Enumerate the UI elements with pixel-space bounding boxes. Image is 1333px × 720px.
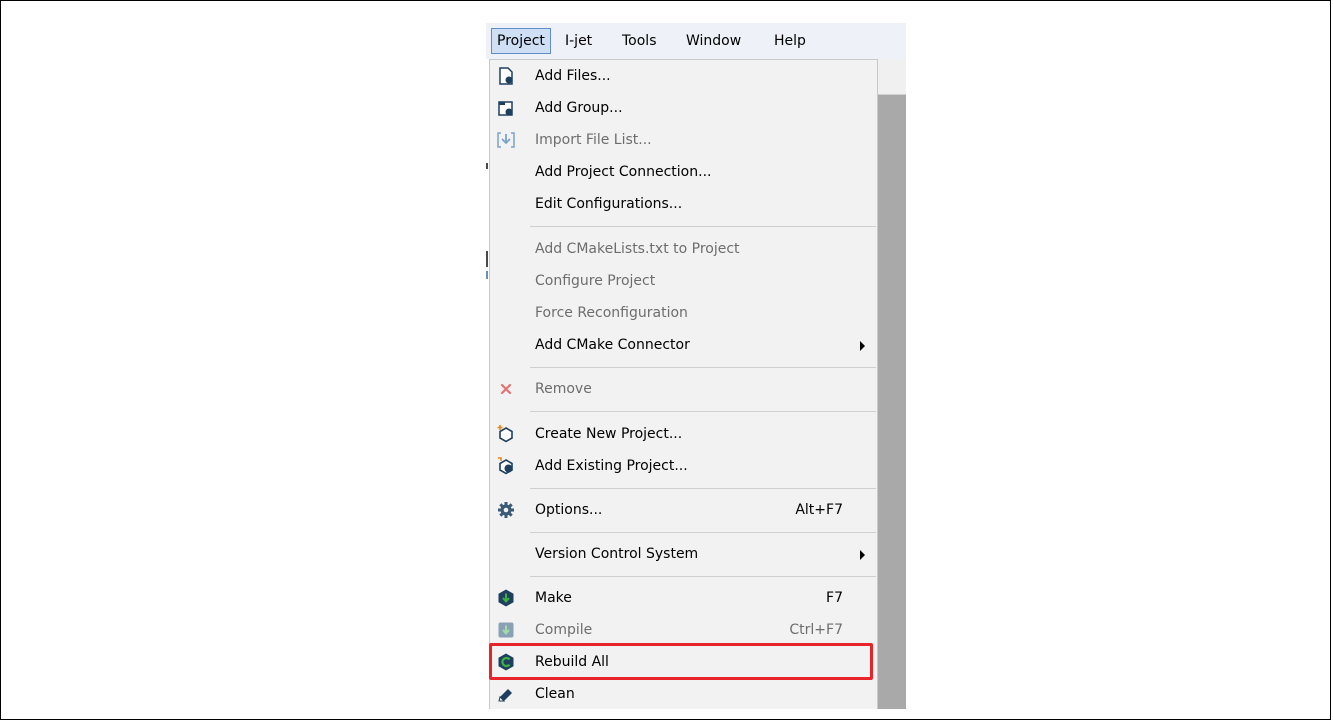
workspace-mark — [486, 271, 488, 279]
menu-help[interactable]: Help — [769, 28, 811, 54]
menu-item-make[interactable]: Make F7 — [490, 582, 877, 614]
menu-separator — [530, 226, 876, 227]
menu-item-add-group[interactable]: Add Group... — [490, 92, 877, 124]
menu-item-remove[interactable]: Remove — [490, 373, 877, 405]
menu-item-force-reconfiguration[interactable]: Force Reconfiguration — [490, 297, 877, 329]
workspace-mark — [486, 163, 488, 169]
menu-item-add-cmake-connector[interactable]: Add CMake Connector — [490, 329, 877, 361]
add-group-icon — [497, 99, 515, 117]
submenu-arrow-icon — [860, 550, 865, 560]
menu-item-configure-project[interactable]: Configure Project — [490, 265, 877, 297]
menu-separator — [530, 576, 876, 577]
import-file-list-icon — [497, 131, 515, 149]
add-file-icon — [497, 67, 515, 85]
screenshot-frame: Project I-jet Tools Window Help Add File… — [0, 0, 1331, 720]
editor-background — [878, 59, 906, 709]
menu-tools[interactable]: Tools — [617, 28, 662, 54]
clean-eraser-icon — [497, 685, 515, 703]
menu-bar: Project I-jet Tools Window Help — [486, 23, 906, 59]
menu-item-add-cmakelists[interactable]: Add CMakeLists.txt to Project — [490, 233, 877, 265]
menu-item-add-existing-project[interactable]: Add Existing Project... — [490, 450, 877, 482]
menu-item-compile[interactable]: Compile Ctrl+F7 — [490, 614, 877, 646]
menu-item-version-control-system[interactable]: Version Control System — [490, 538, 877, 570]
add-existing-project-icon — [497, 457, 515, 475]
menu-separator — [530, 488, 876, 489]
compile-icon — [497, 621, 515, 639]
editor-tab-strip — [878, 59, 906, 95]
menu-separator — [530, 367, 876, 368]
menu-separator — [530, 532, 876, 533]
ide-window: Project I-jet Tools Window Help Add File… — [486, 23, 906, 709]
make-icon — [497, 589, 515, 607]
create-project-icon — [497, 425, 515, 443]
project-dropdown-menu: Add Files... Add Group... Import File Li… — [489, 59, 878, 709]
menu-item-clean[interactable]: Clean — [490, 678, 877, 709]
remove-x-icon — [497, 380, 515, 398]
menu-item-add-files[interactable]: Add Files... — [490, 60, 877, 92]
menu-project[interactable]: Project — [491, 28, 551, 54]
rebuild-all-highlight-box — [489, 643, 873, 680]
menu-separator — [530, 411, 876, 412]
menu-window[interactable]: Window — [681, 28, 746, 54]
menu-ijet[interactable]: I-jet — [560, 28, 597, 54]
menu-item-import-file-list[interactable]: Import File List... — [490, 124, 877, 156]
menu-item-add-project-connection[interactable]: Add Project Connection... — [490, 156, 877, 188]
menu-item-options[interactable]: Options... Alt+F7 — [490, 494, 877, 526]
submenu-arrow-icon — [860, 341, 865, 351]
workspace-mark — [486, 251, 488, 267]
menu-item-create-new-project[interactable]: Create New Project... — [490, 418, 877, 450]
menu-item-edit-configurations[interactable]: Edit Configurations... — [490, 188, 877, 220]
gear-icon — [497, 501, 515, 519]
